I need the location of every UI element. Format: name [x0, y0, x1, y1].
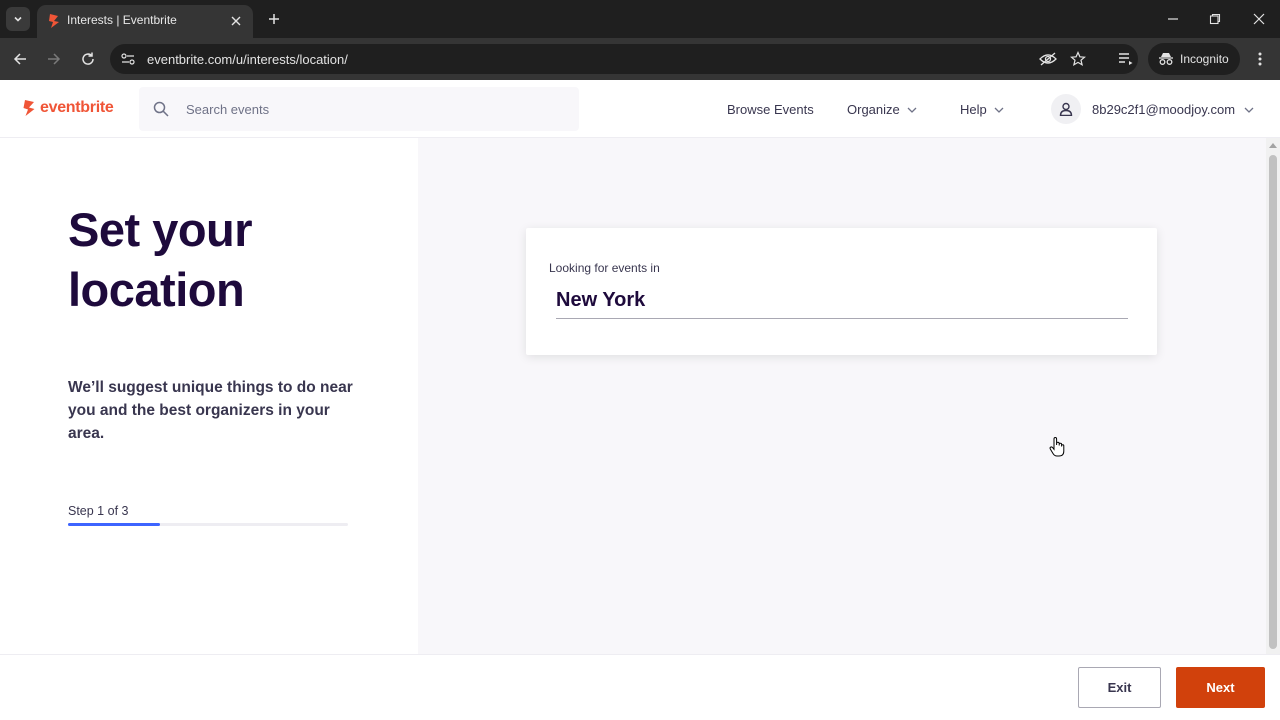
url-text: eventbrite.com/u/interests/location/	[147, 52, 348, 67]
nav-organize[interactable]: Organize	[847, 102, 917, 117]
chevron-down-icon	[907, 107, 917, 113]
scroll-up-arrow-icon[interactable]	[1269, 142, 1277, 148]
eye-off-icon[interactable]	[1039, 50, 1057, 68]
site-header: eventbrite Search events Browse Events O…	[0, 80, 1280, 138]
browser-tab-active[interactable]: Interests | Eventbrite	[37, 5, 253, 38]
reload-icon	[82, 52, 94, 65]
close-icon	[1253, 13, 1265, 25]
step-progress-bar	[68, 523, 348, 526]
restore-button[interactable]	[1202, 6, 1228, 32]
new-tab-button[interactable]	[264, 9, 284, 29]
arrow-left-icon	[13, 53, 26, 65]
chevron-down-icon	[994, 107, 1004, 113]
chevron-down-icon	[1244, 107, 1254, 113]
avatar[interactable]	[1051, 94, 1081, 124]
browser-tabstrip: Interests | Eventbrite	[0, 0, 1280, 38]
back-button[interactable]	[8, 47, 32, 71]
step-indicator-label: Step 1 of 3	[68, 504, 129, 518]
location-card: Looking for events in	[526, 228, 1157, 355]
hand-cursor-icon	[1049, 436, 1065, 457]
page-title-line-2: location	[68, 263, 245, 316]
user-icon	[1059, 102, 1073, 116]
nav-browse-events-label: Browse Events	[727, 102, 814, 117]
step-progress-fill	[68, 523, 161, 526]
user-email: 8b29c2f1@moodjoy.com	[1092, 102, 1236, 117]
logo-text: eventbrite	[40, 99, 114, 116]
playlist-icon	[1119, 53, 1133, 65]
search-input[interactable]: Search events	[139, 87, 579, 131]
exit-button[interactable]: Exit	[1078, 667, 1161, 708]
footer-bar: Exit Next	[0, 654, 1280, 720]
tab-search-button[interactable]	[6, 7, 30, 31]
browser-toolbar: eventbrite.com/u/interests/location/ Inc…	[0, 38, 1280, 80]
page-scrollbar[interactable]	[1266, 138, 1280, 654]
incognito-indicator[interactable]: Incognito	[1148, 43, 1240, 75]
restore-icon	[1209, 13, 1221, 25]
page-title-line-1: Set your	[68, 203, 253, 256]
location-input[interactable]	[556, 283, 1128, 319]
eventbrite-logo[interactable]: eventbrite	[22, 99, 114, 117]
address-bar[interactable]: eventbrite.com/u/interests/location/	[110, 44, 1138, 74]
forward-button[interactable]	[42, 47, 66, 71]
eventbrite-logo-icon	[23, 100, 35, 116]
minimize-icon	[1168, 18, 1178, 20]
browser-menu-button[interactable]	[1248, 47, 1272, 71]
nav-help[interactable]: Help	[960, 102, 1004, 117]
page-title: Set your location	[68, 200, 388, 320]
nav-organize-label: Organize	[847, 102, 900, 117]
reload-button[interactable]	[76, 47, 100, 71]
incognito-icon	[1159, 53, 1173, 65]
close-window-button[interactable]	[1246, 6, 1272, 32]
location-field-label: Looking for events in	[549, 261, 660, 275]
bookmark-star-icon[interactable]	[1069, 50, 1087, 68]
intro-panel: Set your location We’ll suggest unique t…	[0, 138, 418, 654]
more-vertical-icon	[1258, 52, 1262, 66]
site-info-icon[interactable]	[120, 51, 136, 72]
incognito-label: Incognito	[1180, 52, 1229, 66]
plus-icon	[269, 14, 279, 24]
nav-browse-events[interactable]: Browse Events	[727, 102, 814, 117]
search-placeholder: Search events	[186, 102, 270, 117]
eventbrite-favicon-icon	[47, 13, 61, 34]
nav-help-label: Help	[960, 102, 987, 117]
minimize-button[interactable]	[1160, 6, 1186, 32]
scrollbar-thumb[interactable]	[1269, 155, 1277, 649]
tab-title: Interests | Eventbrite	[67, 13, 177, 27]
page-subtitle: We’ll suggest unique things to do near y…	[68, 379, 353, 442]
arrow-right-icon	[48, 53, 61, 65]
account-menu[interactable]: 8b29c2f1@moodjoy.com	[1092, 102, 1254, 117]
reading-list-button[interactable]	[1114, 47, 1138, 71]
search-icon	[153, 101, 169, 117]
location-panel: Looking for events in	[418, 138, 1266, 654]
chevron-down-icon	[14, 16, 22, 22]
close-tab-icon[interactable]	[227, 12, 245, 30]
next-button[interactable]: Next	[1176, 667, 1265, 708]
